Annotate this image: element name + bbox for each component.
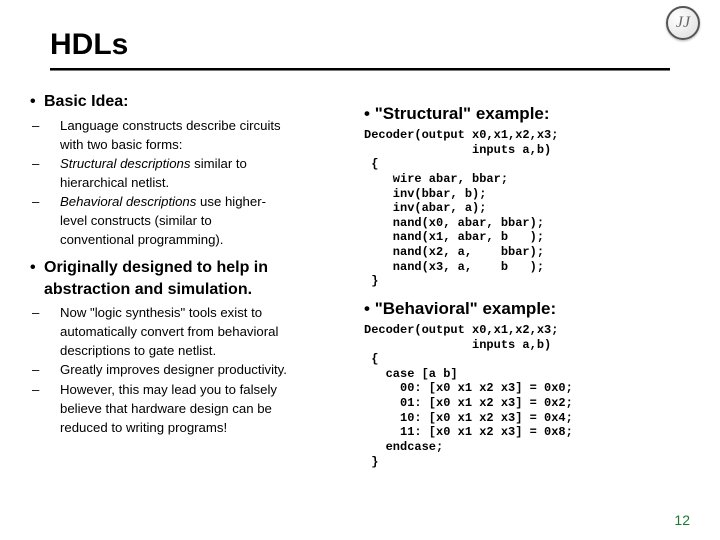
bullet-text: automatically convert from behavioral (60, 324, 278, 339)
page-title: HDLs (50, 28, 128, 62)
bullet-text: Now "logic synthesis" tools exist to (60, 305, 262, 320)
sub-bullet: –Greatly improves designer productivity. (60, 362, 362, 378)
bullet-text: similar to (190, 156, 246, 171)
code-block-structural: Decoder(output x0,x1,x2,x3; inputs a,b) … (364, 128, 704, 289)
bullet-heading: •Basic Idea: (30, 92, 362, 112)
heading-text: Basic Idea: (44, 93, 128, 110)
sub-bullet: reduced to writing programs! (60, 420, 362, 436)
title-rule (50, 68, 670, 71)
bullet-text: Greatly improves designer productivity. (60, 362, 287, 377)
bullet-text: conventional programming). (60, 232, 223, 247)
bullet-text: level constructs (similar to (60, 213, 212, 228)
heading-text: Originally designed to help in (44, 259, 268, 276)
bullet-text: with two basic forms: (60, 137, 182, 152)
right-column: • "Structural" example: Decoder(output x… (364, 104, 704, 469)
left-column: •Basic Idea: –Language constructs descri… (30, 92, 362, 439)
bullet-italic: Structural descriptions (60, 156, 190, 171)
bullet-heading: •Originally designed to help in (30, 258, 362, 278)
sub-bullet: –Language constructs describe circuits (60, 118, 362, 134)
sub-bullet: descriptions to gate netlist. (60, 343, 362, 359)
bullet-heading: abstraction and simulation. (30, 280, 362, 300)
bullet-text: hierarchical netlist. (60, 175, 169, 190)
heading-text: "Behavioral" example: (375, 299, 556, 318)
sub-bullet: with two basic forms: (60, 137, 362, 153)
example-heading: • "Structural" example: (364, 104, 704, 124)
sub-bullet: level constructs (similar to (60, 213, 362, 229)
bullet-text: believe that hardware design can be (60, 401, 272, 416)
bullet-text: Language constructs describe circuits (60, 118, 281, 133)
bullet-text: reduced to writing programs! (60, 420, 227, 435)
bullet-italic: Behavioral descriptions (60, 194, 196, 209)
page-number: 12 (674, 512, 690, 528)
heading-text: "Structural" example: (375, 104, 550, 123)
bullet-text: descriptions to gate netlist. (60, 343, 216, 358)
sub-bullet: –Structural descriptions similar to (60, 156, 362, 172)
sub-bullet: conventional programming). (60, 232, 362, 248)
slide: JJ HDLs •Basic Idea: –Language construct… (0, 0, 720, 540)
bullet-text: use higher- (196, 194, 266, 209)
example-heading: • "Behavioral" example: (364, 299, 704, 319)
sub-bullet: –Behavioral descriptions use higher- (60, 194, 362, 210)
code-block-behavioral: Decoder(output x0,x1,x2,x3; inputs a,b) … (364, 323, 704, 469)
bullet-text: However, this may lead you to falsely (60, 382, 277, 397)
sub-bullet: automatically convert from behavioral (60, 324, 362, 340)
sub-bullet: hierarchical netlist. (60, 175, 362, 191)
sub-bullet: –However, this may lead you to falsely (60, 382, 362, 398)
logo-icon: JJ (666, 6, 700, 40)
sub-bullet: believe that hardware design can be (60, 401, 362, 417)
heading-text: abstraction and simulation. (44, 281, 252, 298)
sub-bullet: –Now "logic synthesis" tools exist to (60, 305, 362, 321)
